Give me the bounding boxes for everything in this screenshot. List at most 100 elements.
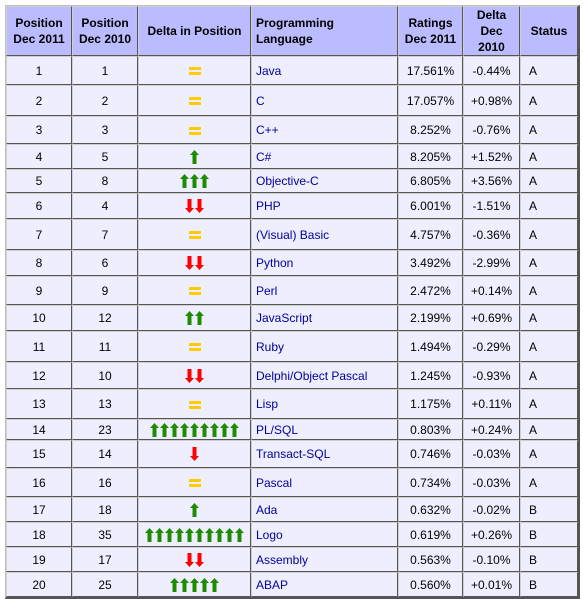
language-link[interactable]: Lisp xyxy=(251,389,398,419)
rating-value: 0.803% xyxy=(398,419,463,440)
arrow-up-icon xyxy=(200,422,209,437)
language-link[interactable]: C++ xyxy=(251,116,398,144)
arrow-up-icon xyxy=(180,174,189,189)
status-value: B xyxy=(520,522,578,547)
table-row: 13 13 Lisp 1.175% +0.11% A xyxy=(6,389,578,419)
arrow-down-icon xyxy=(195,199,204,214)
arrow-down-icon xyxy=(190,447,199,462)
rating-value: 0.563% xyxy=(398,547,463,572)
position-2010: 35 xyxy=(72,522,138,547)
trend-icons xyxy=(185,368,204,383)
delta-position-indicator xyxy=(138,276,251,305)
arrow-up-icon xyxy=(235,527,244,542)
position-2010: 1 xyxy=(72,56,138,85)
rating-value: 0.619% xyxy=(398,522,463,547)
trend-icons xyxy=(185,256,204,271)
arrow-up-icon xyxy=(190,502,199,517)
rating-delta: -0.29% xyxy=(463,331,520,362)
rating-delta: +0.24% xyxy=(463,419,520,440)
status-value: A xyxy=(520,169,578,193)
position-2011: 14 xyxy=(6,419,72,440)
trend-icons xyxy=(180,174,209,189)
rating-delta: -0.76% xyxy=(463,116,520,144)
table-body: 1 1 Java 17.561% -0.44% A 2 2 C 17.057% +0.98% A 3 3 C… xyxy=(6,56,578,597)
language-link[interactable]: ABAP xyxy=(251,572,398,597)
rating-value: 1.494% xyxy=(398,331,463,362)
language-link[interactable]: Perl xyxy=(251,276,398,305)
status-value: A xyxy=(520,440,578,468)
rating-value: 8.205% xyxy=(398,144,463,169)
rating-delta: -2.99% xyxy=(463,250,520,276)
language-link[interactable]: Transact-SQL xyxy=(251,440,398,468)
table-row: 15 14 Transact-SQL 0.746% -0.03% A xyxy=(6,440,578,468)
position-2011: 9 xyxy=(6,276,72,305)
equal-icon xyxy=(188,126,201,135)
language-link[interactable]: Logo xyxy=(251,522,398,547)
position-2011: 6 xyxy=(6,193,72,219)
language-link[interactable]: JavaScript xyxy=(251,305,398,331)
status-value: A xyxy=(520,468,578,497)
rating-delta: +0.11% xyxy=(463,389,520,419)
rating-delta: -0.36% xyxy=(463,219,520,250)
language-link[interactable]: Ruby xyxy=(251,331,398,362)
delta-position-indicator xyxy=(138,144,251,169)
arrow-up-icon xyxy=(190,422,199,437)
table-row: 18 35 Logo 0.619% +0.26% B xyxy=(6,522,578,547)
language-link[interactable]: Ada xyxy=(251,497,398,522)
status-value: A xyxy=(520,144,578,169)
language-link[interactable]: C# xyxy=(251,144,398,169)
language-link[interactable]: Java xyxy=(251,56,398,85)
trend-icons xyxy=(185,199,204,214)
trend-icons xyxy=(188,287,201,296)
trend-icons xyxy=(188,231,201,240)
header-status: Status xyxy=(520,6,578,56)
rating-value: 1.175% xyxy=(398,389,463,419)
language-link[interactable]: PL/SQL xyxy=(251,419,398,440)
trend-icons xyxy=(188,126,201,135)
position-2010: 23 xyxy=(72,419,138,440)
rating-delta: +3.56% xyxy=(463,169,520,193)
arrow-up-icon xyxy=(220,422,229,437)
trend-icons xyxy=(145,527,244,542)
position-2011: 7 xyxy=(6,219,72,250)
arrow-up-icon xyxy=(165,527,174,542)
header-line: Ratings xyxy=(408,16,453,30)
language-link[interactable]: Objective-C xyxy=(251,169,398,193)
header-line: Delta xyxy=(476,8,507,22)
delta-position-indicator xyxy=(138,116,251,144)
header-line: Dec 2011 xyxy=(13,32,65,46)
arrow-up-icon xyxy=(160,422,169,437)
language-link[interactable]: Assembly xyxy=(251,547,398,572)
arrow-up-icon xyxy=(185,311,194,326)
header-line: Position xyxy=(81,16,129,30)
arrow-up-icon xyxy=(175,527,184,542)
language-link[interactable]: (Visual) Basic xyxy=(251,219,398,250)
delta-position-indicator xyxy=(138,305,251,331)
language-link[interactable]: Pascal xyxy=(251,468,398,497)
arrow-up-icon xyxy=(190,577,199,592)
language-link[interactable]: PHP xyxy=(251,193,398,219)
language-link[interactable]: Delphi/Object Pascal xyxy=(251,362,398,389)
delta-position-indicator xyxy=(138,497,251,522)
position-2011: 18 xyxy=(6,522,72,547)
arrow-up-icon xyxy=(200,577,209,592)
rating-value: 0.560% xyxy=(398,572,463,597)
rating-value: 8.252% xyxy=(398,116,463,144)
rating-delta: +0.01% xyxy=(463,572,520,597)
table-row: 16 16 Pascal 0.734% -0.03% A xyxy=(6,468,578,497)
delta-position-indicator xyxy=(138,250,251,276)
rating-value: 2.199% xyxy=(398,305,463,331)
language-link[interactable]: Python xyxy=(251,250,398,276)
rating-delta: -0.44% xyxy=(463,56,520,85)
table-row: 11 11 Ruby 1.494% -0.29% A xyxy=(6,331,578,362)
position-2011: 4 xyxy=(6,144,72,169)
table-row: 8 6 Python 3.492% -2.99% A xyxy=(6,250,578,276)
arrow-up-icon xyxy=(150,422,159,437)
table-row: 10 12 JavaScript 2.199% +0.69% A xyxy=(6,305,578,331)
language-link[interactable]: C xyxy=(251,85,398,116)
arrow-down-icon xyxy=(195,256,204,271)
rating-value: 0.746% xyxy=(398,440,463,468)
equal-icon xyxy=(188,479,201,488)
arrow-down-icon xyxy=(195,552,204,567)
rating-delta: -0.10% xyxy=(463,547,520,572)
